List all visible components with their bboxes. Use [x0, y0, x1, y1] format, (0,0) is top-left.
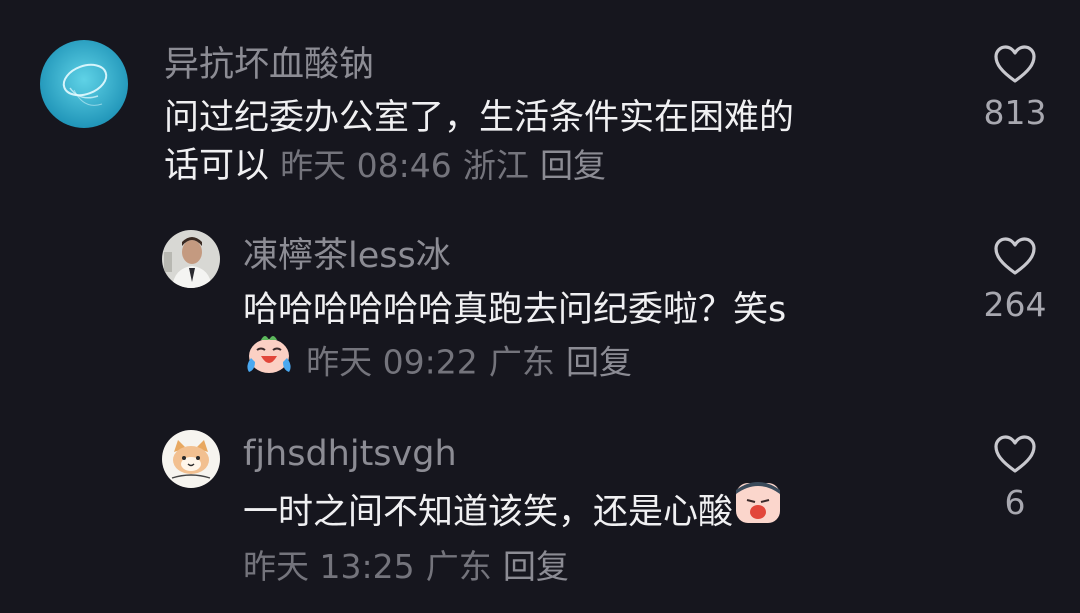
comment-author[interactable]: 异抗坏血酸钠	[164, 45, 374, 85]
man-portrait-avatar-icon[interactable]	[162, 230, 220, 288]
comment-text: 问过纪委办公室了，生活条件实在困难的 话可以 昨天 08:46 浙江 回复	[164, 94, 964, 190]
heart-icon[interactable]	[993, 44, 1037, 84]
comment-text: 哈哈哈哈哈哈真跑去问纪委啦？笑s 昨天 09:22 广东 回复	[243, 286, 943, 393]
comment-text-line: 问过纪委办公室了，生活条件实在困难的	[164, 98, 795, 138]
reply-button[interactable]: 回复	[566, 343, 632, 382]
like-button[interactable]: 6	[970, 434, 1060, 522]
comment-location: 广东	[425, 547, 492, 586]
reply-button[interactable]: 回复	[503, 547, 569, 586]
comment-text-line: 话可以	[164, 146, 270, 186]
comment-time: 昨天 09:22	[306, 342, 478, 382]
comment-text-line: 一时之间不知道该笑，还是心酸	[243, 492, 734, 533]
comment-time: 昨天 08:46	[280, 146, 452, 185]
comment-time: 昨天 13:25	[243, 547, 415, 586]
comment-meta: 昨天 13:25 广东 回复	[243, 543, 943, 591]
comment-text-line-with-meta: 昨天 09:22 广东 回复	[243, 334, 943, 393]
comment-location: 广东	[488, 342, 555, 382]
sad-face-emoji-icon	[733, 480, 783, 539]
cat-cartoon-avatar-icon[interactable]	[162, 430, 220, 488]
comment-text-line-with-meta: 话可以 昨天 08:46 浙江 回复	[164, 142, 964, 190]
comment-text: 一时之间不知道该笑，还是心酸 昨天 13:25 广东 回复	[243, 482, 943, 591]
like-count: 6	[1004, 483, 1026, 522]
heart-icon[interactable]	[993, 236, 1037, 276]
comment-text-line-with-emoji: 一时之间不知道该笑，还是心酸	[243, 482, 943, 543]
jellyfish-avatar-icon[interactable]	[40, 40, 128, 128]
like-count: 264	[983, 285, 1047, 324]
like-button[interactable]: 813	[970, 44, 1060, 132]
comment-author[interactable]: 凍檸茶less冰	[243, 236, 451, 276]
reply-button[interactable]: 回复	[540, 146, 606, 185]
comment-text-line: 哈哈哈哈哈哈真跑去问纪委啦？笑s	[243, 290, 787, 330]
heart-icon[interactable]	[993, 434, 1037, 474]
laughing-crying-emoji-icon	[243, 330, 295, 389]
like-button[interactable]: 264	[970, 236, 1060, 324]
like-count: 813	[983, 93, 1047, 132]
comment-location: 浙江	[462, 146, 529, 185]
comment-author[interactable]: fjhsdhjtsvgh	[243, 434, 457, 474]
